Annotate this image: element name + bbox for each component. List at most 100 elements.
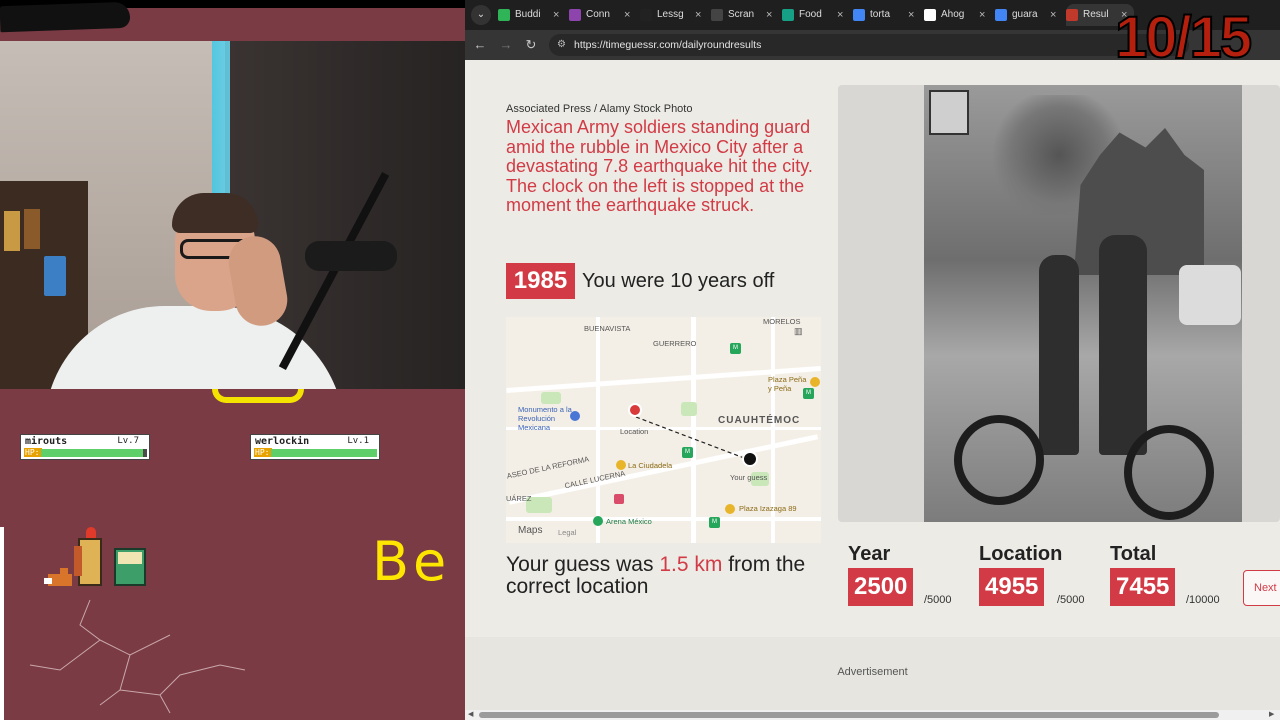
year-score: Year 2500 /5000	[848, 543, 952, 608]
photo-clock	[929, 90, 969, 135]
shelf-book	[24, 209, 40, 249]
yellow-scribble	[212, 389, 304, 403]
close-tab-icon[interactable]: ×	[979, 4, 989, 26]
score-title: Year	[848, 543, 891, 565]
player-name: werlockin	[255, 436, 310, 447]
player-level: Lv.1	[347, 436, 369, 446]
url-field[interactable]: ⚙ https://timeguessr.com/dailyroundresul…	[549, 34, 1189, 56]
browser-tab[interactable]: Scran ×	[711, 4, 779, 26]
years-off-text: You were 10 years off	[582, 270, 775, 292]
close-tab-icon[interactable]: ×	[624, 4, 634, 26]
close-tab-icon[interactable]: ×	[695, 4, 705, 26]
score-max: /5000	[924, 594, 952, 606]
correct-location-pin-icon	[628, 403, 642, 417]
photo-attribution: Associated Press / Alamy Stock Photo	[506, 103, 693, 115]
scroll-left-arrow-icon[interactable]: ◀	[468, 710, 473, 720]
stream-overlay: mirouts Lv.7 HP: werlockin Lv.1 HP: Be	[0, 0, 465, 720]
chevron-icon	[640, 9, 652, 21]
site-info-icon[interactable]: ⚙	[557, 39, 569, 51]
advertisement-area: Advertisement	[465, 637, 1280, 710]
player-level: Lv.7	[117, 436, 139, 446]
hp-bar	[271, 449, 377, 457]
browser-tab[interactable]: torta ×	[853, 4, 921, 26]
food-icon	[782, 9, 794, 21]
tab-label: Resul	[1083, 9, 1109, 20]
guess-distance: 1.5 km	[659, 553, 723, 576]
back-button[interactable]: ←	[471, 36, 489, 54]
wikipedia-icon	[924, 9, 936, 21]
your-guess-pin-icon	[742, 451, 758, 467]
hp-label: HP:	[254, 448, 272, 457]
close-tab-icon[interactable]: ×	[553, 4, 563, 26]
browser-tab[interactable]: Buddi ×	[498, 4, 566, 26]
tab-label: Conn	[586, 9, 610, 20]
distance-line	[635, 416, 753, 462]
browser-tab[interactable]: Ahog ×	[924, 4, 992, 26]
score-title: Location	[979, 543, 1063, 565]
round-counter: 10/15	[1114, 5, 1253, 71]
close-tab-icon[interactable]: ×	[1050, 4, 1060, 26]
reload-button[interactable]: ↻	[522, 36, 540, 54]
player-card-2: werlockin Lv.1 HP:	[250, 434, 380, 460]
horizontal-scrollbar[interactable]: ◀ ▶	[465, 710, 1280, 720]
microphone	[305, 241, 397, 271]
forward-button[interactable]: →	[497, 36, 515, 54]
tab-label: Ahog	[941, 9, 965, 20]
shelf-book	[4, 211, 20, 251]
guess-prefix: Your guess was	[506, 553, 654, 576]
close-tab-icon[interactable]: ×	[837, 4, 847, 26]
close-tab-icon[interactable]: ×	[908, 4, 918, 26]
browser-tab[interactable]: Conn ×	[569, 4, 637, 26]
url-text: https://timeguessr.com/dailyroundresults	[574, 39, 762, 51]
results-page: Associated Press / Alamy Stock Photo Mex…	[465, 60, 1280, 710]
location-score: Location 4955 /5000	[979, 543, 1085, 608]
google-icon	[853, 9, 865, 21]
screen: mirouts Lv.7 HP: werlockin Lv.1 HP: Be ⌄…	[0, 0, 1280, 720]
photo-soldier	[1039, 255, 1079, 455]
score-max: /5000	[1057, 594, 1085, 606]
google-icon	[995, 9, 1007, 21]
hp-bar-fill	[271, 449, 377, 457]
browser-tab[interactable]: Food ×	[782, 4, 850, 26]
browser-tab[interactable]: guara ×	[995, 4, 1063, 26]
photo-motorcycle-wheel	[954, 415, 1044, 505]
historical-photo	[838, 85, 1280, 522]
next-round-button[interactable]: Next	[1243, 570, 1280, 606]
hp-bar	[41, 449, 147, 457]
advertisement-label: Advertisement	[837, 666, 908, 678]
photo-motorcycle-wheel	[1124, 425, 1214, 520]
close-tab-icon[interactable]: ×	[766, 4, 776, 26]
tab-label: Scran	[728, 9, 755, 20]
hp-bar-fill	[41, 449, 143, 457]
photo-car	[1179, 265, 1241, 325]
result-map[interactable]: BUENAVISTA GUERRERO MORELOS CUAUHTÉMOC P…	[506, 317, 821, 543]
tab-label: Lessg	[657, 9, 684, 20]
scrollbar-thumb[interactable]	[479, 712, 1219, 718]
whiteboard-cracks	[29, 599, 246, 714]
browser-tab[interactable]: Lessg ×	[640, 4, 708, 26]
grid-icon	[569, 9, 581, 21]
browser-window: ⌄ Buddi × Conn × Lessg × Scran × Food × torta × Ahog…	[465, 0, 1280, 720]
correct-year-badge: 1985	[506, 263, 575, 299]
scroll-right-arrow-icon[interactable]: ▶	[1269, 710, 1274, 720]
tab-label: Food	[799, 9, 822, 20]
hp-label: HP:	[24, 448, 42, 457]
whiteboard-edge	[0, 527, 4, 720]
player-name: mirouts	[25, 436, 68, 447]
total-score: Total 7455 /10000	[1110, 543, 1220, 608]
tab-label: torta	[870, 9, 891, 20]
guess-distance-text: Your guess was 1.5 km from the correct l…	[506, 554, 826, 598]
ink-scribble	[0, 1, 131, 33]
score-value: 4955	[979, 568, 1045, 606]
score-max: /10000	[1186, 594, 1220, 606]
tab-search-button[interactable]: ⌄	[471, 5, 491, 25]
tab-label: guara	[1012, 9, 1038, 20]
score-title: Total	[1110, 543, 1157, 565]
photo-image	[924, 85, 1242, 522]
k-icon	[498, 9, 510, 21]
score-value: 2500	[848, 568, 914, 606]
webcam-cup	[44, 256, 66, 296]
webcam-feed	[0, 41, 465, 389]
timeguessr-icon	[1066, 9, 1078, 21]
score-value: 7455	[1110, 568, 1176, 606]
